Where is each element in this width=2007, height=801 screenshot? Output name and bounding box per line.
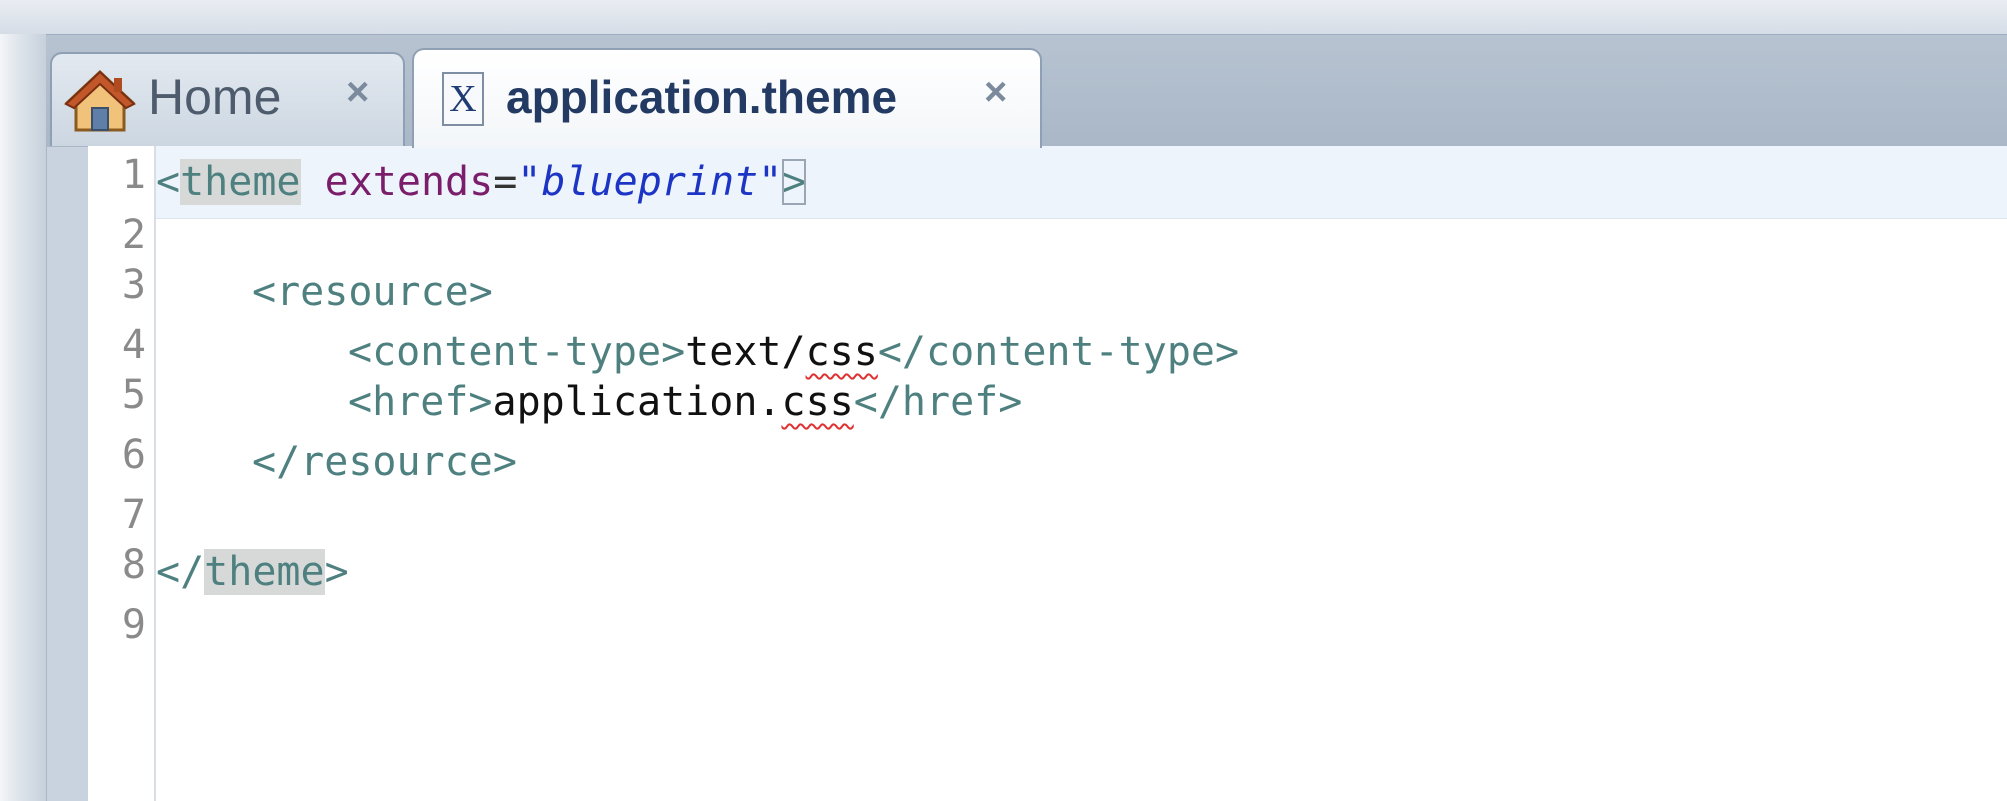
code-line-6: </resource> (252, 432, 517, 492)
close-icon[interactable]: × (984, 72, 1007, 112)
equals-sign: = (493, 159, 518, 205)
line-number: 7 (121, 492, 146, 538)
href-open-tag: <href> (348, 379, 493, 425)
content-type-text: text/ (685, 329, 806, 375)
code-area[interactable]: <theme extends="blueprint"> <resource> <… (156, 146, 2007, 801)
title-strip (0, 0, 2007, 35)
line-number: 1 (121, 152, 146, 198)
line-number: 4 (121, 322, 146, 368)
tab-application-theme[interactable]: X application.theme × (412, 48, 1042, 148)
line-number: 3 (121, 262, 146, 308)
line-number: 2 (121, 212, 146, 258)
tag-open-bracket: < (156, 159, 181, 205)
content-type-open-tag: <content-type> (348, 329, 686, 375)
tag-open-bracket: </ (156, 549, 205, 595)
spellcheck-word: css (805, 329, 878, 375)
tab-file-label: application.theme (506, 71, 898, 123)
left-frame (0, 34, 47, 801)
line-number: 8 (121, 542, 146, 588)
attribute-extends: extends (324, 159, 494, 205)
href-close-tag: </href> (853, 379, 1023, 425)
attribute-value: "blueprint" (517, 159, 783, 205)
line-number: 6 (121, 432, 146, 478)
resource-open-tag: <resource> (252, 269, 493, 315)
tab-home-label: Home (148, 69, 282, 125)
ide-window: Home × X application.theme × 1 2 3 4 5 6… (0, 0, 2007, 801)
xml-file-icon: X (442, 72, 484, 126)
tag-name-theme: theme (180, 159, 301, 205)
code-editor[interactable]: 1 2 3 4 5 6 7 8 9 <theme extends="bluepr… (88, 146, 2007, 801)
line-number: 5 (121, 372, 146, 418)
code-line-1: <theme extends="blueprint"> (156, 152, 807, 212)
tag-close-bracket: > (324, 549, 349, 595)
resource-close-tag: </resource> (252, 439, 517, 485)
line-number: 9 (121, 602, 146, 648)
line-number-gutter: 1 2 3 4 5 6 7 8 9 (88, 146, 156, 801)
tag-close-bracket: > (782, 159, 807, 205)
tab-home[interactable]: Home × (50, 52, 405, 146)
code-line-5: <href>application.css</href> (348, 372, 1022, 432)
code-line-3: <resource> (252, 262, 493, 322)
href-text: application. (492, 379, 782, 425)
spellcheck-word: css (781, 379, 854, 425)
home-icon (64, 69, 136, 132)
content-type-close-tag: </content-type> (877, 329, 1240, 375)
close-icon[interactable]: × (346, 72, 369, 112)
tag-name-theme: theme (204, 549, 325, 595)
code-line-8: </theme> (156, 542, 349, 602)
